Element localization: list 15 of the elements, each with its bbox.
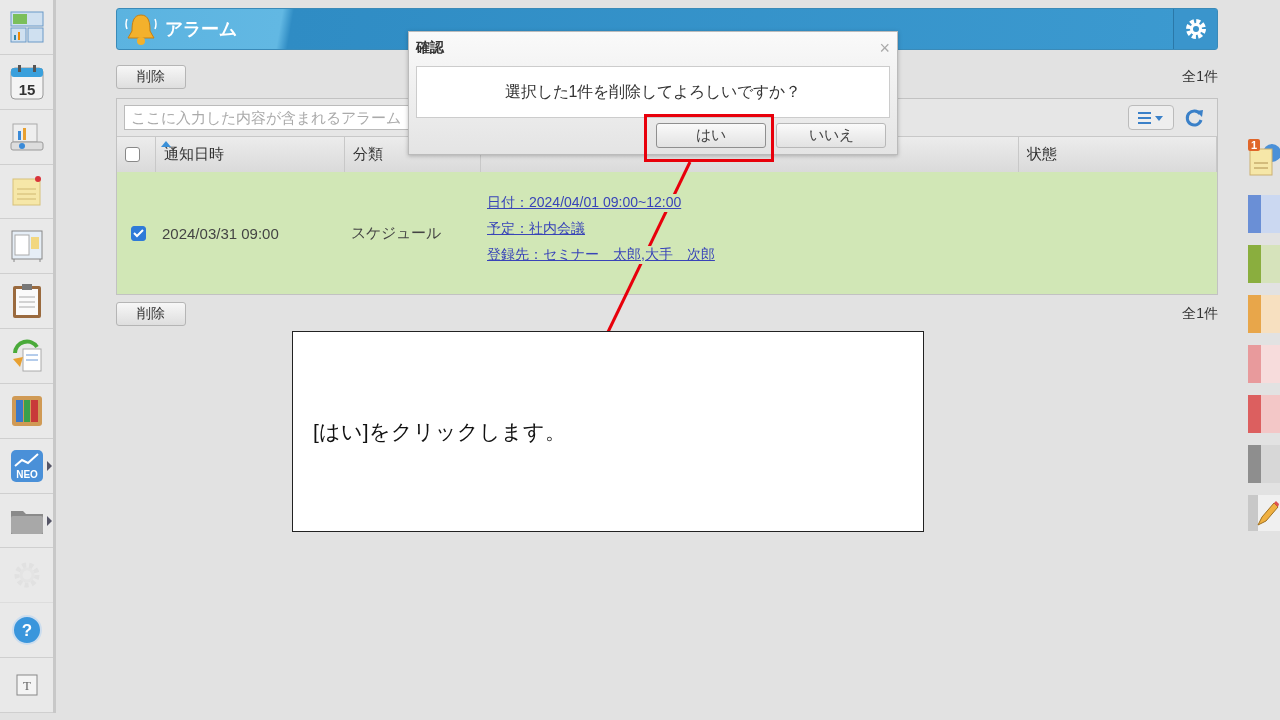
help-icon: ? bbox=[10, 614, 43, 647]
notification-badge: 1 bbox=[1248, 139, 1261, 151]
column-label: 状態 bbox=[1027, 145, 1057, 164]
total-count: 全1件 bbox=[1182, 68, 1218, 86]
callout-text: [はい]をクリックします。 bbox=[313, 418, 566, 445]
column-label: 通知日時 bbox=[164, 145, 224, 164]
dialog-title: 確認 bbox=[416, 39, 444, 57]
total-count: 全1件 bbox=[1182, 305, 1218, 323]
header-title: アラーム bbox=[165, 18, 238, 41]
text-icon: T bbox=[15, 674, 38, 697]
chart-app-icon: NEO bbox=[9, 448, 44, 483]
dialog-message: 選択した1件を削除してよろしいですか？ bbox=[416, 66, 890, 118]
column-label: 分類 bbox=[353, 145, 383, 164]
table-cell: 2024/03/31 09:00 bbox=[156, 172, 345, 294]
table-cell: スケジュール bbox=[345, 172, 481, 294]
